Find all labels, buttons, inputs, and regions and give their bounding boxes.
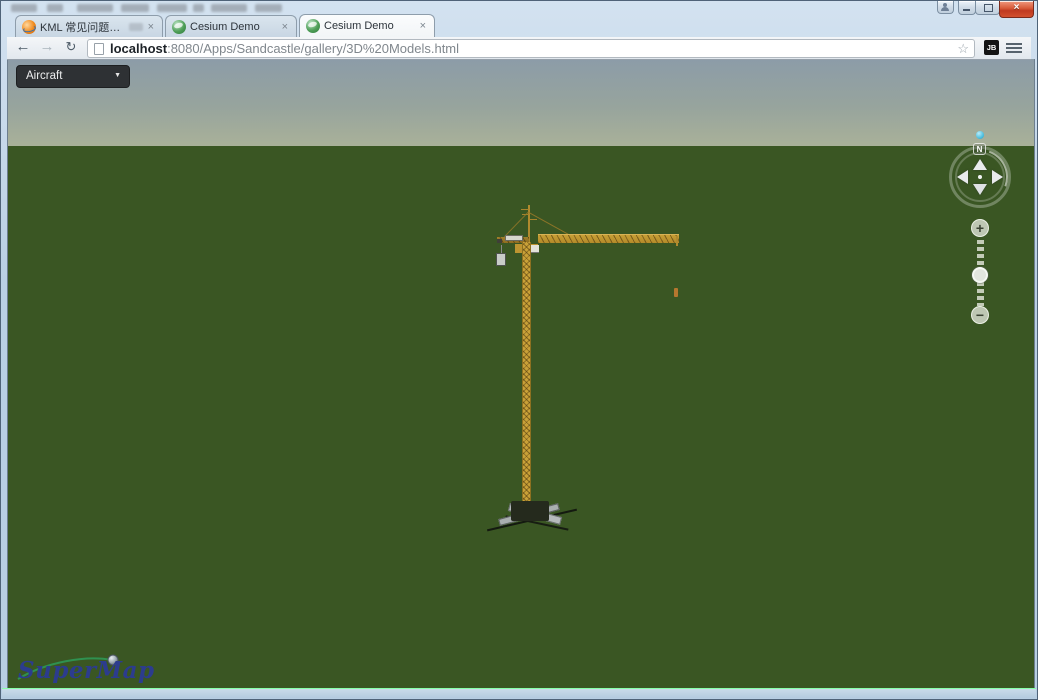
page-icon — [94, 43, 104, 55]
compass-north-badge[interactable]: N — [973, 143, 986, 155]
tab-strip: KML 常见问题解答 | × Cesium Demo × Cesium Demo… — [7, 14, 1031, 37]
crane-cable — [501, 245, 502, 253]
url-host: localhost — [110, 41, 167, 56]
crane-counter-jib-end — [497, 239, 502, 243]
compass-center-dot — [978, 175, 982, 179]
supermap-logo-text: SuperMap — [18, 657, 155, 684]
crane-apex-stub — [530, 219, 537, 220]
zoom-in-button[interactable]: + — [971, 219, 989, 237]
url-path: :8080/Apps/Sandcastle/gallery/3D%20Model… — [167, 41, 459, 56]
cesium-viewport[interactable]: Aircraft ▼ — [7, 59, 1035, 689]
extension-badge[interactable]: JB — [984, 40, 999, 55]
blurred-text — [77, 4, 113, 12]
crane-jib-tip — [676, 236, 678, 246]
zoom-slider-knob[interactable] — [972, 267, 988, 283]
crane-jib — [538, 235, 679, 243]
blurred-text — [47, 4, 63, 12]
window-title-bar: × — [1, 1, 1037, 15]
maximize-icon — [984, 4, 993, 12]
profile-button[interactable] — [937, 1, 954, 14]
pan-right-arrow-icon[interactable] — [992, 170, 1003, 184]
blurred-text — [193, 4, 204, 12]
blurred-text — [121, 4, 149, 12]
minimize-button[interactable] — [958, 1, 976, 15]
refresh-icon[interactable]: ↻ — [61, 39, 81, 55]
crane-mast — [522, 242, 531, 510]
tab-title: KML 常见问题解答 | — [40, 19, 125, 35]
blurred-text — [211, 4, 247, 12]
crane-operator-cab — [530, 245, 539, 253]
blurred-text — [11, 4, 37, 12]
model-select-dropdown[interactable]: Aircraft ▼ — [16, 65, 130, 88]
tab-close-icon[interactable]: × — [418, 21, 428, 31]
crane-hook-block — [496, 253, 506, 266]
bookmark-star-icon[interactable]: ☆ — [957, 40, 969, 57]
pan-up-arrow-icon[interactable] — [973, 159, 987, 170]
forward-icon[interactable]: → — [37, 38, 57, 55]
menu-icon[interactable] — [1006, 43, 1022, 54]
address-bar[interactable]: localhost:8080/Apps/Sandcastle/gallery/3… — [87, 39, 975, 58]
minimize-icon — [963, 9, 970, 11]
blurred-text — [129, 23, 143, 31]
distant-object — [674, 288, 678, 297]
blurred-text — [157, 4, 187, 12]
tab-cesium-demo-1[interactable]: Cesium Demo × — [165, 15, 297, 37]
window-bottom-border — [2, 688, 1036, 698]
chevron-down-icon: ▼ — [114, 66, 121, 86]
kml-site-favicon-icon — [22, 20, 36, 34]
tab-close-icon[interactable]: × — [280, 22, 290, 32]
crane-jib-chord — [538, 234, 679, 235]
model-select-value: Aircraft — [26, 66, 62, 86]
url-text: localhost:8080/Apps/Sandcastle/gallery/3… — [110, 40, 459, 57]
cesium-favicon-icon — [306, 19, 320, 33]
tab-cesium-demo-2-active[interactable]: Cesium Demo × — [299, 14, 435, 37]
tab-title: Cesium Demo — [324, 20, 414, 32]
browser-toolbar: ← → ↻ localhost:8080/Apps/Sandcastle/gal… — [7, 37, 1031, 60]
compass-tilt-dot[interactable] — [976, 131, 984, 139]
back-icon[interactable]: ← — [13, 38, 33, 55]
sky — [8, 59, 1034, 146]
person-icon — [941, 7, 949, 11]
blurred-text — [255, 4, 282, 12]
tab-title: Cesium Demo — [190, 21, 276, 33]
tab-close-icon[interactable]: × — [146, 22, 156, 32]
crane-base-block — [511, 501, 549, 521]
crane-counterweight-cab — [505, 235, 523, 241]
cesium-favicon-icon — [172, 20, 186, 34]
pan-left-arrow-icon[interactable] — [957, 170, 968, 184]
ground — [8, 146, 1034, 689]
maximize-button[interactable] — [975, 1, 1000, 15]
zoom-out-button[interactable]: − — [971, 306, 989, 324]
browser-window: × KML 常见问题解答 | × Cesium Demo × Cesium De… — [0, 0, 1038, 700]
tab-kml-faq[interactable]: KML 常见问题解答 | × — [15, 15, 163, 37]
pan-down-arrow-icon[interactable] — [973, 184, 987, 195]
